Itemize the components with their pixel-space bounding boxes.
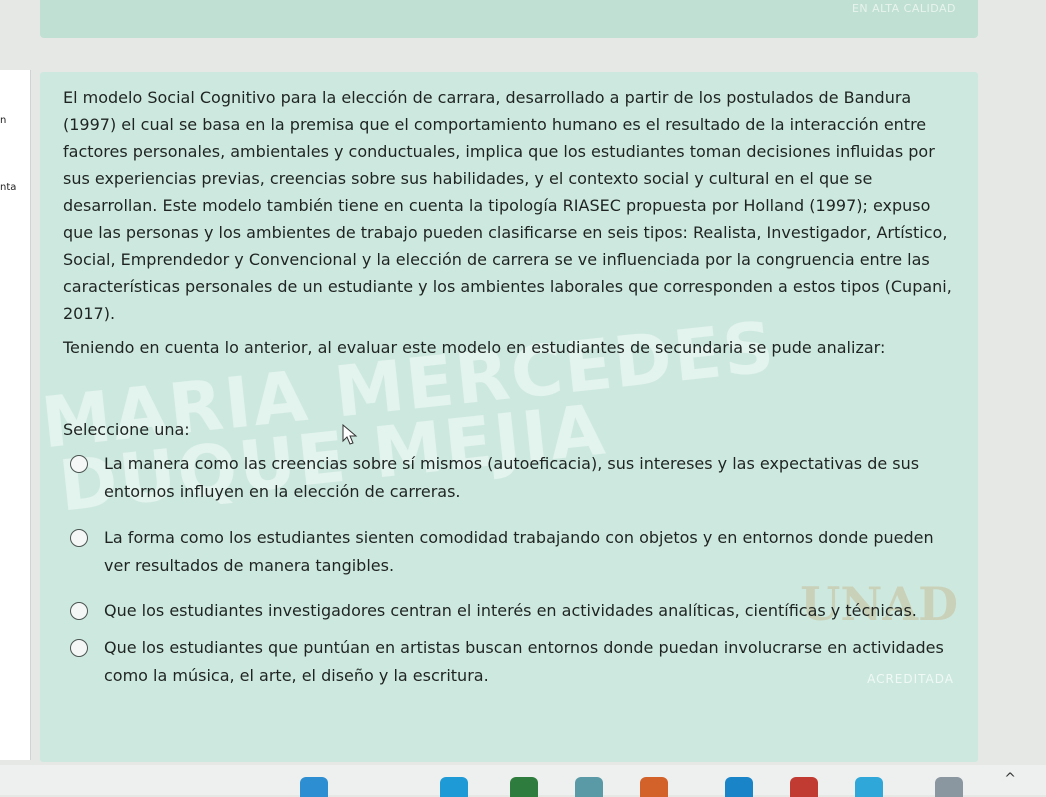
app-icon[interactable] [640,777,668,797]
app-icon[interactable] [725,777,753,797]
question-lead: Teniendo en cuenta lo anterior, al evalu… [63,338,886,357]
option-label: Que los estudiantes que puntúan en artis… [104,638,944,685]
question-text: El modelo Social Cognitivo para la elecc… [63,88,952,323]
app-icon[interactable] [935,777,963,797]
radio-button[interactable] [70,639,88,657]
answer-option-2[interactable]: La forma como los estudiantes sienten co… [70,524,950,580]
app-icon[interactable] [440,777,468,797]
option-label: Que los estudiantes investigadores centr… [104,601,917,620]
sidebar-text-fragment: nta [0,182,17,193]
accreditation-badge: EN ALTA CALIDAD [851,2,956,15]
answer-option-1[interactable]: La manera como las creencias sobre sí mi… [70,450,950,506]
question-card: MARIA MERCEDES DUQUE MEJIA UNAD ACREDITA… [37,72,978,762]
option-label: La manera como las creencias sobre sí mi… [104,454,920,501]
watermark-name: MARIA MERCEDES [37,305,780,465]
app-icon[interactable] [790,777,818,797]
option-label: La forma como los estudiantes sienten co… [104,528,934,575]
top-banner: EN ALTA CALIDAD [40,0,978,38]
radio-button[interactable] [70,602,88,620]
app-icon[interactable] [575,777,603,797]
app-icon[interactable] [300,777,328,797]
radio-button[interactable] [70,529,88,547]
chevron-up-icon[interactable]: ^ [1004,771,1016,787]
taskbar: ^ [0,765,1046,797]
radio-button[interactable] [70,455,88,473]
app-icon[interactable] [510,777,538,797]
sidebar-text-fragment: n [0,115,7,126]
app-icon[interactable] [855,777,883,797]
answer-option-3[interactable]: Que los estudiantes investigadores centr… [70,597,950,625]
answer-option-4[interactable]: Que los estudiantes que puntúan en artis… [70,634,950,690]
left-sidebar-fragment: n nta [0,70,31,760]
select-prompt: Seleccione una: [63,420,190,439]
